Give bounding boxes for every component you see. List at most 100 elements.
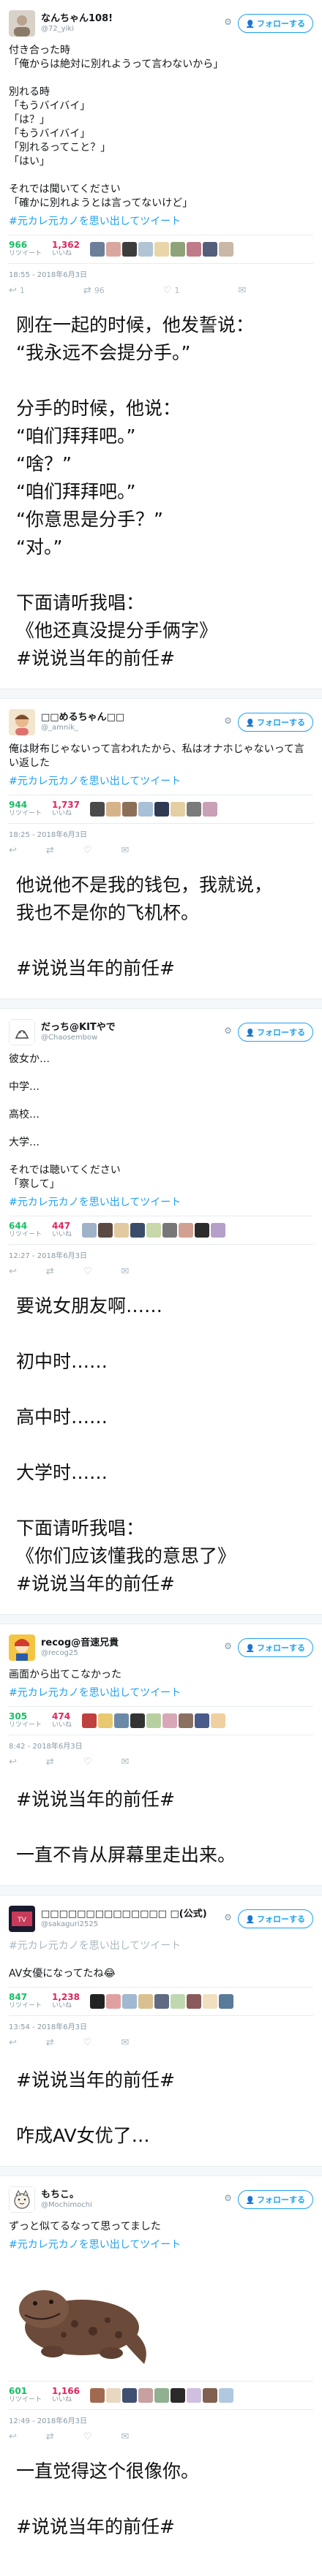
- tweet-timestamp[interactable]: 12:49 - 2018年6月3日: [9, 2414, 313, 2425]
- display-name[interactable]: だっち@KITやで: [41, 1022, 222, 1034]
- avatar[interactable]: [105, 2388, 121, 2403]
- tweet-timestamp[interactable]: 18:25 - 2018年6月3日: [9, 828, 313, 839]
- retweet-count[interactable]: 944 リツイート: [9, 800, 42, 817]
- retweet-count[interactable]: 847 リツイート: [9, 1993, 42, 2009]
- message-icon[interactable]: ✉: [238, 285, 246, 296]
- avatar[interactable]: [154, 1994, 169, 2009]
- avatar[interactable]: [9, 10, 35, 37]
- message-icon[interactable]: ✉: [121, 2037, 129, 2048]
- retweet-icon[interactable]: ⇄ 96: [83, 285, 134, 296]
- retweet-icon[interactable]: ⇄: [46, 1757, 54, 1768]
- avatar[interactable]: [138, 242, 153, 257]
- avatar[interactable]: [9, 2186, 35, 2213]
- heart-icon[interactable]: ♡: [83, 1266, 92, 1277]
- retweet-count[interactable]: 305 リツイート: [9, 1712, 42, 1729]
- avatar[interactable]: [211, 1713, 226, 1728]
- avatar[interactable]: [179, 1223, 194, 1238]
- retweet-icon[interactable]: ⇄: [46, 2431, 54, 2442]
- avatar[interactable]: [98, 1713, 113, 1728]
- retweet-icon[interactable]: ⇄: [46, 2037, 54, 2048]
- avatar[interactable]: [89, 2388, 105, 2403]
- avatar[interactable]: [121, 2388, 137, 2403]
- avatar[interactable]: TV: [9, 1906, 35, 1932]
- avatar[interactable]: [162, 1713, 178, 1728]
- avatar[interactable]: [186, 242, 201, 257]
- hashtag-link[interactable]: #元カレ元カノを思い出してツイート: [9, 1196, 313, 1210]
- avatar[interactable]: [186, 1994, 201, 2009]
- avatar[interactable]: [202, 242, 217, 257]
- avatar[interactable]: [186, 2388, 201, 2403]
- follow-button[interactable]: 👤 フォローする: [237, 2190, 313, 2209]
- avatar[interactable]: [179, 1713, 194, 1728]
- avatar[interactable]: [154, 242, 169, 257]
- avatar[interactable]: [82, 1223, 97, 1238]
- message-icon[interactable]: ✉: [121, 1266, 129, 1277]
- like-count[interactable]: 1,737 いいね: [52, 800, 80, 817]
- reply-icon[interactable]: ↩: [9, 1757, 17, 1768]
- avatar[interactable]: [89, 1994, 105, 2009]
- user-handle[interactable]: @72_yiki: [41, 25, 222, 34]
- retweet-count[interactable]: 644 リツイート: [9, 1221, 42, 1238]
- message-icon[interactable]: ✉: [121, 2431, 129, 2442]
- follow-button[interactable]: 👤 フォローする: [237, 14, 313, 33]
- display-name[interactable]: □□めるちゃん□□: [41, 712, 222, 724]
- reply-icon[interactable]: ↩ 1: [9, 285, 54, 296]
- user-handle[interactable]: @recog25: [41, 1649, 222, 1659]
- display-name[interactable]: なんちゃん108!: [41, 13, 222, 25]
- heart-icon[interactable]: ♡: [83, 845, 92, 856]
- follow-button[interactable]: 👤 フォローする: [237, 1023, 313, 1042]
- avatar[interactable]: [162, 1223, 178, 1238]
- avatar[interactable]: [105, 1994, 121, 2009]
- reply-icon[interactable]: ↩: [9, 2431, 17, 2442]
- avatar[interactable]: [146, 1223, 162, 1238]
- avatar[interactable]: [130, 1223, 146, 1238]
- hashtag-link[interactable]: #元カレ元カノを思い出してツイート: [9, 775, 313, 789]
- avatar[interactable]: [121, 242, 137, 257]
- hashtag-link[interactable]: #元カレ元カノを思い出してツイート: [9, 2238, 313, 2252]
- avatar[interactable]: [138, 802, 153, 817]
- avatar[interactable]: [218, 242, 233, 257]
- tweet-timestamp[interactable]: 8:42 - 2018年6月3日: [9, 1740, 313, 1751]
- avatar[interactable]: [170, 2388, 185, 2403]
- hashtag-link[interactable]: #元カレ元カノを思い出してツイート: [9, 1686, 313, 1700]
- avatar[interactable]: [114, 1223, 130, 1238]
- hashtag-link[interactable]: #元カレ元カノを思い出してツイート: [9, 1939, 313, 1953]
- reply-icon[interactable]: ↩: [9, 845, 17, 856]
- avatar[interactable]: [195, 1713, 210, 1728]
- avatar[interactable]: [211, 1223, 226, 1238]
- message-icon[interactable]: ✉: [121, 1757, 129, 1768]
- chevron-down-icon[interactable]: ⚙: [222, 1912, 235, 1925]
- user-handle[interactable]: @Chaosembow: [41, 1034, 222, 1043]
- follow-button[interactable]: 👤 フォローする: [237, 1638, 313, 1657]
- avatar[interactable]: [9, 1019, 35, 1045]
- like-count[interactable]: 1,362 いいね: [52, 240, 80, 257]
- avatar[interactable]: [9, 1634, 35, 1661]
- retweet-count[interactable]: 966 リツイート: [9, 240, 42, 257]
- like-count[interactable]: 1,166 いいね: [52, 2387, 80, 2403]
- tweet-timestamp[interactable]: 12:27 - 2018年6月3日: [9, 1249, 313, 1260]
- display-name[interactable]: recog@音速兄貴: [41, 1637, 222, 1649]
- avatar[interactable]: [89, 242, 105, 257]
- avatar[interactable]: [218, 1994, 233, 2009]
- avatar[interactable]: [89, 802, 105, 817]
- chevron-down-icon[interactable]: ⚙: [222, 1641, 235, 1654]
- avatar[interactable]: [121, 802, 137, 817]
- tweet-timestamp[interactable]: 13:54 - 2018年6月3日: [9, 2020, 313, 2031]
- avatar[interactable]: [130, 1713, 146, 1728]
- heart-icon[interactable]: ♡: [83, 1757, 92, 1768]
- follow-button[interactable]: 👤 フォローする: [237, 1909, 313, 1928]
- avatar[interactable]: [114, 1713, 130, 1728]
- avatar[interactable]: [202, 802, 217, 817]
- avatar[interactable]: [105, 242, 121, 257]
- chevron-down-icon[interactable]: ⚙: [222, 1026, 235, 1039]
- avatar[interactable]: [186, 802, 201, 817]
- display-name[interactable]: □□□□□□□□□□□□□□ □(公式): [41, 1909, 222, 1920]
- avatar[interactable]: [154, 802, 169, 817]
- like-count[interactable]: 474 いいね: [52, 1712, 72, 1729]
- retweet-icon[interactable]: ⇄: [46, 845, 54, 856]
- avatar[interactable]: [138, 1994, 153, 2009]
- heart-icon[interactable]: ♡ 1: [163, 285, 209, 296]
- heart-icon[interactable]: ♡: [83, 2037, 92, 2048]
- avatar[interactable]: [202, 2388, 217, 2403]
- hashtag-link[interactable]: #元カレ元カノを思い出してツイート: [9, 215, 313, 229]
